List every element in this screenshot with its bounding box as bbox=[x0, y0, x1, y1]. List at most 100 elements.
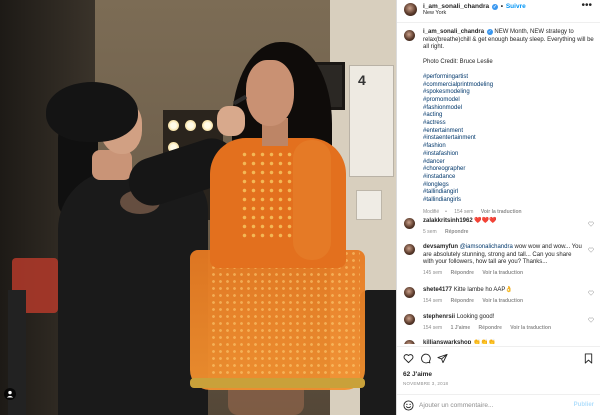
hashtag-link[interactable]: #promomodel bbox=[423, 97, 595, 105]
caption-username[interactable]: i_am_sonali_chandra bbox=[423, 29, 484, 35]
caption-credit: Photo Credit: Bruce Leslie bbox=[423, 59, 493, 66]
comment-username[interactable]: devsamyfun bbox=[423, 244, 458, 250]
post-caption: i_am_sonali_chandra ✓ NEW Month, NEW str… bbox=[423, 29, 595, 216]
hashtag-link[interactable]: #longlegs bbox=[423, 182, 595, 190]
translate-link[interactable]: Voir la traduction bbox=[482, 298, 523, 304]
add-comment-bar: Publier bbox=[397, 396, 600, 415]
translate-link[interactable]: Voir la traduction bbox=[482, 270, 523, 276]
reply-button[interactable]: Répondre bbox=[451, 298, 474, 304]
avatar[interactable] bbox=[404, 244, 415, 255]
hashtag-link[interactable]: #fashion bbox=[423, 143, 595, 151]
comment-body: stephenrsii Looking good! 154 sem 1 J'ai… bbox=[423, 314, 583, 332]
mirror-bulb bbox=[168, 120, 179, 131]
caption-translate-link[interactable]: Voir la traduction bbox=[481, 209, 522, 215]
hashtag-link[interactable]: #spokesmodeling bbox=[423, 89, 595, 97]
avatar[interactable] bbox=[404, 314, 415, 325]
caption-dot: • bbox=[445, 208, 447, 215]
comment-likes[interactable]: 1 J'aime bbox=[451, 325, 471, 331]
actions-divider bbox=[397, 346, 600, 347]
more-dots-icon[interactable]: ••• bbox=[581, 0, 592, 11]
wall-sign-number: 4 bbox=[358, 72, 366, 88]
comment-body: killianswarkshop 👏👏👏 bbox=[423, 340, 583, 344]
comment-body: zalakkritsinh1962 ❤️❤️❤️ 5 sem Répondre bbox=[423, 218, 583, 236]
mirror-bulb bbox=[202, 120, 213, 131]
caption-edited: Modifié bbox=[423, 208, 440, 215]
avatar[interactable] bbox=[404, 3, 417, 16]
skirt-hem bbox=[190, 378, 365, 388]
smiley-icon[interactable] bbox=[403, 400, 414, 411]
comment-icon[interactable] bbox=[420, 353, 431, 364]
hashtag-link[interactable]: #dancer bbox=[423, 159, 595, 167]
comment-username[interactable]: zalakkritsinh1962 bbox=[423, 218, 473, 224]
reply-button[interactable]: Répondre bbox=[451, 270, 474, 276]
hashtag-link[interactable]: #actress bbox=[423, 120, 595, 128]
avatar[interactable] bbox=[404, 218, 415, 229]
post-date[interactable]: NOVEMBRE 3, 2018 bbox=[403, 381, 448, 386]
comments-list[interactable]: i_am_sonali_chandra ✓ NEW Month, NEW str… bbox=[397, 24, 600, 344]
artist-hand bbox=[217, 106, 245, 136]
model-arm bbox=[293, 140, 331, 260]
follow-button[interactable]: Suivre bbox=[506, 3, 526, 10]
comment-text: ❤️❤️❤️ bbox=[474, 218, 497, 224]
comment-username[interactable]: stephenrsii bbox=[423, 314, 455, 320]
comment-mention[interactable]: @iamsonalichandra bbox=[460, 244, 513, 250]
caption-meta: Modifié • 154 sem Voir la traduction bbox=[423, 209, 595, 217]
wall-switch bbox=[356, 190, 382, 220]
hashtag-link[interactable]: #instadance bbox=[423, 174, 595, 182]
comment-heart-icon[interactable] bbox=[588, 290, 594, 296]
paper-plane-icon[interactable] bbox=[437, 353, 448, 364]
comment-meta: 154 sem 1 J'aime Répondre Voir la traduc… bbox=[423, 325, 583, 333]
wall-sign: 4 bbox=[349, 65, 394, 177]
hashtag-link[interactable]: #choreographer bbox=[423, 166, 595, 174]
comment-body: devsamyfun @iamsonalichandra wow wow and… bbox=[423, 244, 583, 278]
skirt-lace-pattern bbox=[210, 250, 360, 378]
separator-dot: • bbox=[500, 3, 504, 10]
publish-button[interactable]: Publier bbox=[574, 402, 594, 408]
post-sidebar: i_am_sonali_chandra ✓ • Suivre New York … bbox=[397, 0, 600, 415]
comment-input[interactable] bbox=[419, 399, 569, 412]
translate-link[interactable]: Voir la traduction bbox=[510, 325, 551, 331]
artist-neck bbox=[92, 150, 132, 180]
post-location[interactable]: New York bbox=[423, 10, 446, 16]
comment-heart-icon[interactable] bbox=[588, 247, 594, 253]
comment-meta: 154 sem Répondre Voir la traduction bbox=[423, 298, 583, 306]
comment-time[interactable]: 154 sem bbox=[423, 298, 442, 304]
comment-text: 👏👏👏 bbox=[473, 340, 496, 344]
hashtag-link[interactable]: #instafashion bbox=[423, 151, 595, 159]
comment-time[interactable]: 5 sem bbox=[423, 229, 437, 235]
avatar[interactable] bbox=[404, 30, 415, 41]
avatar[interactable] bbox=[404, 287, 415, 298]
reply-button[interactable]: Répondre bbox=[479, 325, 502, 331]
model-face bbox=[246, 60, 294, 126]
hashtag-link[interactable]: #tallindiangirl bbox=[423, 189, 595, 197]
reply-button[interactable]: Répondre bbox=[445, 229, 468, 235]
likes-count[interactable]: 62 J'aime bbox=[403, 371, 432, 378]
avatar[interactable] bbox=[404, 340, 415, 344]
comment-heart-icon[interactable] bbox=[588, 317, 594, 323]
hashtag-link[interactable]: #tallindiangirls bbox=[423, 197, 595, 205]
comment-time[interactable]: 154 sem bbox=[423, 325, 442, 331]
hashtag-link[interactable]: #commercialprintmodeling bbox=[423, 82, 595, 90]
post-author-username[interactable]: i_am_sonali_chandra bbox=[423, 3, 489, 10]
heart-icon[interactable] bbox=[403, 353, 414, 364]
hashtag-link[interactable]: #entertainment bbox=[423, 128, 595, 136]
post-author-line: i_am_sonali_chandra ✓ • Suivre bbox=[423, 3, 526, 10]
comment-time[interactable]: 145 sem bbox=[423, 270, 442, 276]
comment-username[interactable]: killianswarkshop bbox=[423, 340, 471, 344]
comment-username[interactable]: shete4177 bbox=[423, 287, 452, 293]
comment-text: Looking good! bbox=[456, 314, 495, 320]
verified-badge-icon: ✓ bbox=[486, 29, 493, 35]
bookmark-icon[interactable] bbox=[583, 353, 594, 364]
caption-time[interactable]: 154 sem bbox=[454, 209, 473, 215]
hashtag-link[interactable]: #performingartist bbox=[423, 74, 595, 82]
post-photo[interactable]: 4 bbox=[0, 0, 396, 415]
user-tag-icon[interactable] bbox=[4, 388, 16, 400]
comment-heart-icon[interactable] bbox=[588, 221, 594, 227]
add-comment-divider bbox=[397, 394, 600, 395]
hashtag-link[interactable]: #instaentertainment bbox=[423, 135, 595, 143]
chair-back bbox=[360, 290, 396, 415]
hashtag-link[interactable]: #acting bbox=[423, 112, 595, 120]
hashtag-link[interactable]: #fashionmodel bbox=[423, 105, 595, 113]
artist-cap bbox=[46, 82, 138, 142]
comment-meta: 5 sem Répondre bbox=[423, 229, 583, 237]
